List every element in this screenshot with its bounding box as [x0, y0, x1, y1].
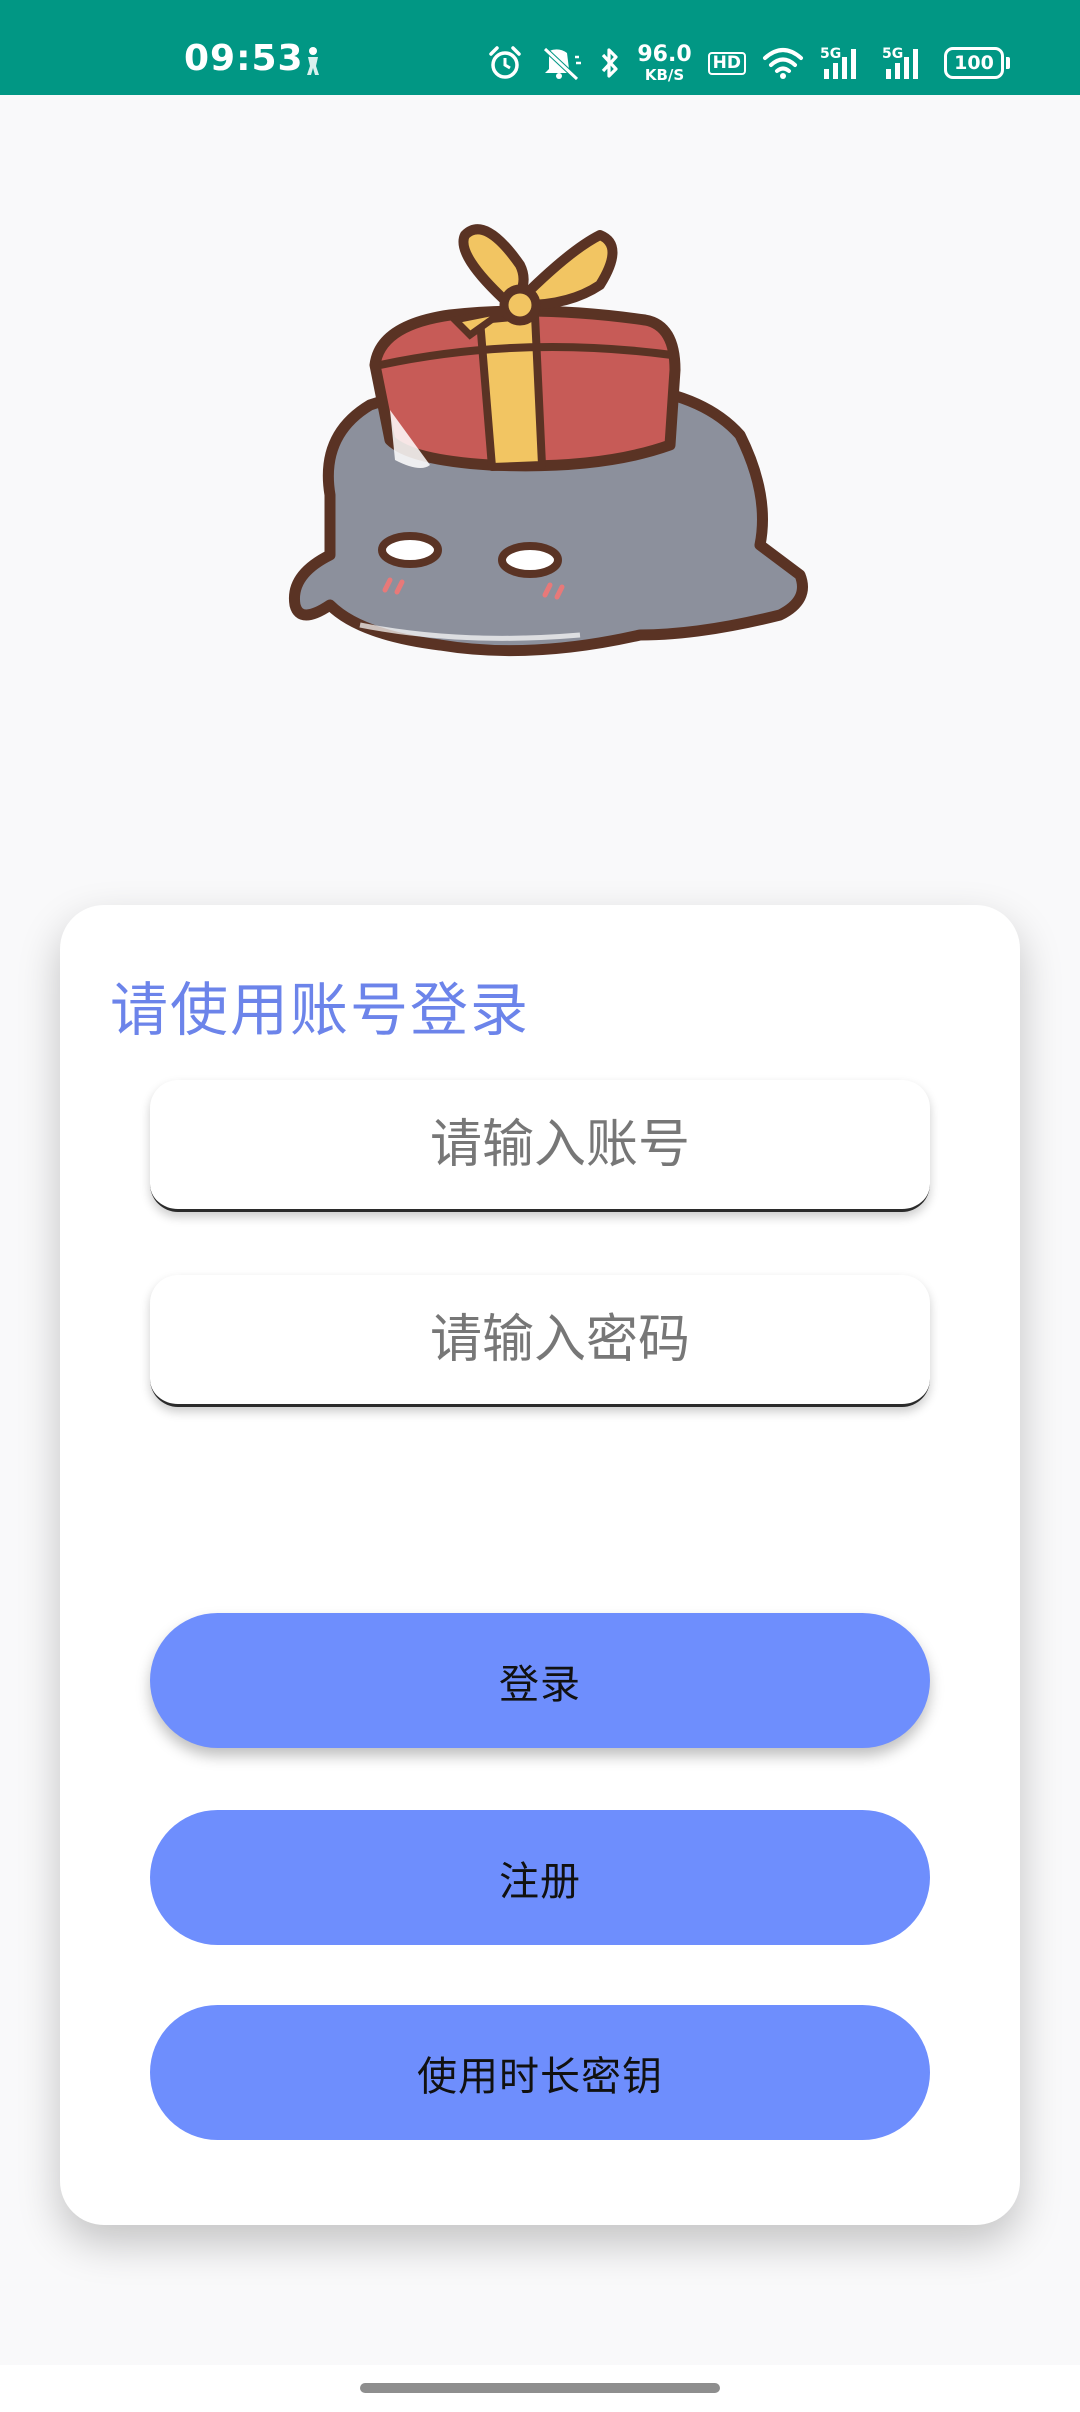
account-input[interactable] [150, 1080, 930, 1209]
home-indicator[interactable] [360, 2383, 720, 2393]
status-time: 09:53 [184, 38, 304, 79]
notification-figure-icon [302, 46, 324, 76]
battery-level: 100 [944, 47, 1004, 79]
duration-key-button[interactable]: 使用时长密钥 [150, 2005, 930, 2140]
mascot-illustration [280, 205, 810, 705]
password-field-container [150, 1275, 930, 1407]
login-card: 请使用账号登录 登录 注册 使用时长密钥 [60, 905, 1020, 2225]
hd-icon: HD [707, 51, 746, 75]
alarm-icon [487, 45, 523, 81]
navigation-bar [0, 2365, 1080, 2412]
login-title: 请使用账号登录 [110, 976, 531, 1044]
status-bar: 09:53 96.0 KB/S HD 5G 5G 100 [0, 0, 1080, 95]
login-button-label: 登录 [499, 1661, 581, 1708]
register-button-label: 注册 [499, 1858, 581, 1905]
mute-icon [539, 45, 583, 81]
signal-1-label: 5G [820, 46, 841, 62]
signal-2-label: 5G [882, 46, 903, 62]
wifi-icon [762, 46, 804, 80]
signal-5g-icon: 5G [882, 45, 928, 81]
network-speed: 96.0 KB/S [637, 41, 692, 84]
battery-icon: 100 [944, 47, 1010, 79]
account-field-container [150, 1080, 930, 1212]
signal-5g-icon: 5G [820, 45, 866, 81]
register-button[interactable]: 注册 [150, 1810, 930, 1945]
network-speed-value: 96.0 [637, 41, 692, 67]
duration-key-button-label: 使用时长密钥 [417, 2053, 663, 2100]
login-button[interactable]: 登录 [150, 1613, 930, 1748]
bluetooth-icon [599, 45, 621, 81]
password-input[interactable] [150, 1275, 930, 1404]
network-speed-unit: KB/S [644, 65, 685, 84]
